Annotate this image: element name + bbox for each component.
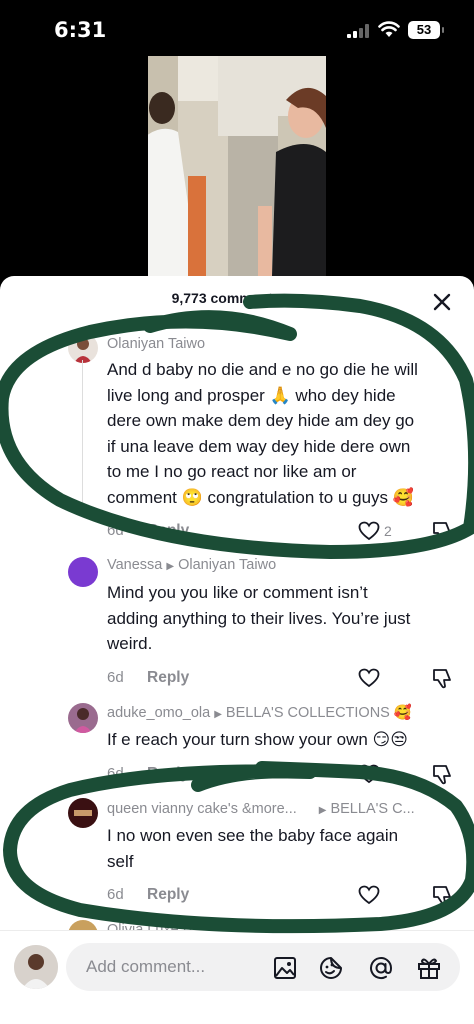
comment-text: I no won even see the baby face again se… [107, 826, 399, 871]
dislike-icon[interactable] [431, 884, 453, 906]
comment-username[interactable]: Olaniyan Taiwo [107, 336, 205, 352]
reply-arrow-icon: ▶ [166, 561, 175, 572]
reply-button[interactable]: Reply [147, 765, 189, 783]
reply-arrow-icon: ▶ [214, 709, 222, 720]
mention-icon[interactable] [368, 955, 394, 981]
comment-text: If e reach your turn show your own 😏😒 [107, 730, 408, 749]
reply-button[interactable]: Reply [147, 669, 189, 687]
reply-arrow-icon: ▶ [318, 805, 327, 816]
thread-line [82, 360, 83, 510]
dislike-icon[interactable] [431, 763, 453, 785]
reply-button[interactable]: Reply [147, 886, 189, 904]
wifi-icon [378, 21, 400, 37]
emoji-icon[interactable] [318, 955, 344, 981]
reply-button[interactable]: Reply [147, 522, 189, 540]
heart-icon[interactable] [358, 885, 380, 905]
signal-icon [347, 24, 369, 38]
status-time: 6:31 [54, 18, 107, 42]
avatar[interactable] [68, 703, 98, 733]
status-bar: 6:31 53 [0, 0, 474, 56]
filter-icon[interactable] [288, 293, 303, 305]
close-icon[interactable] [430, 290, 454, 314]
my-avatar[interactable] [14, 945, 58, 989]
add-comment-input[interactable] [86, 955, 256, 979]
comment-age: 6d [107, 522, 124, 539]
dislike-icon[interactable] [431, 520, 453, 542]
comment-composer [0, 930, 474, 1024]
comment-age: 6d [107, 669, 124, 686]
like-count: 2 [384, 523, 392, 539]
video-frame-image [148, 56, 326, 276]
comments-header: 9,773 comments [0, 290, 474, 316]
heart-icon[interactable] [358, 521, 380, 541]
battery-indicator: 53 [408, 21, 444, 39]
heart-icon[interactable] [358, 764, 380, 784]
comment-username[interactable]: Vanessa ▶ Olaniyan Taiwo [107, 557, 276, 573]
comment-username[interactable]: queen vianny cake's &more... ▶ BELLA'S C..… [107, 801, 415, 817]
heart-icon[interactable] [358, 668, 380, 688]
avatar[interactable] [68, 557, 98, 587]
avatar[interactable] [68, 333, 98, 363]
gift-icon[interactable] [416, 955, 442, 981]
comment-age: 6d [107, 765, 124, 782]
comment-username[interactable]: aduke_omo_ola ▶ BELLA'S COLLECTIONS 🥰 [107, 704, 412, 721]
comment-input-pill [66, 943, 460, 991]
dislike-icon[interactable] [431, 667, 453, 689]
comment-age: 6d [107, 886, 124, 903]
avatar[interactable] [68, 798, 98, 828]
comment-text: Mind you you like or comment isn’t addin… [107, 583, 411, 653]
video-preview[interactable] [148, 56, 326, 276]
comment-text: And d baby no die and e no go die he wil… [107, 360, 418, 507]
image-icon[interactable] [272, 955, 298, 981]
comment-count: 9,773 comments [171, 290, 281, 306]
